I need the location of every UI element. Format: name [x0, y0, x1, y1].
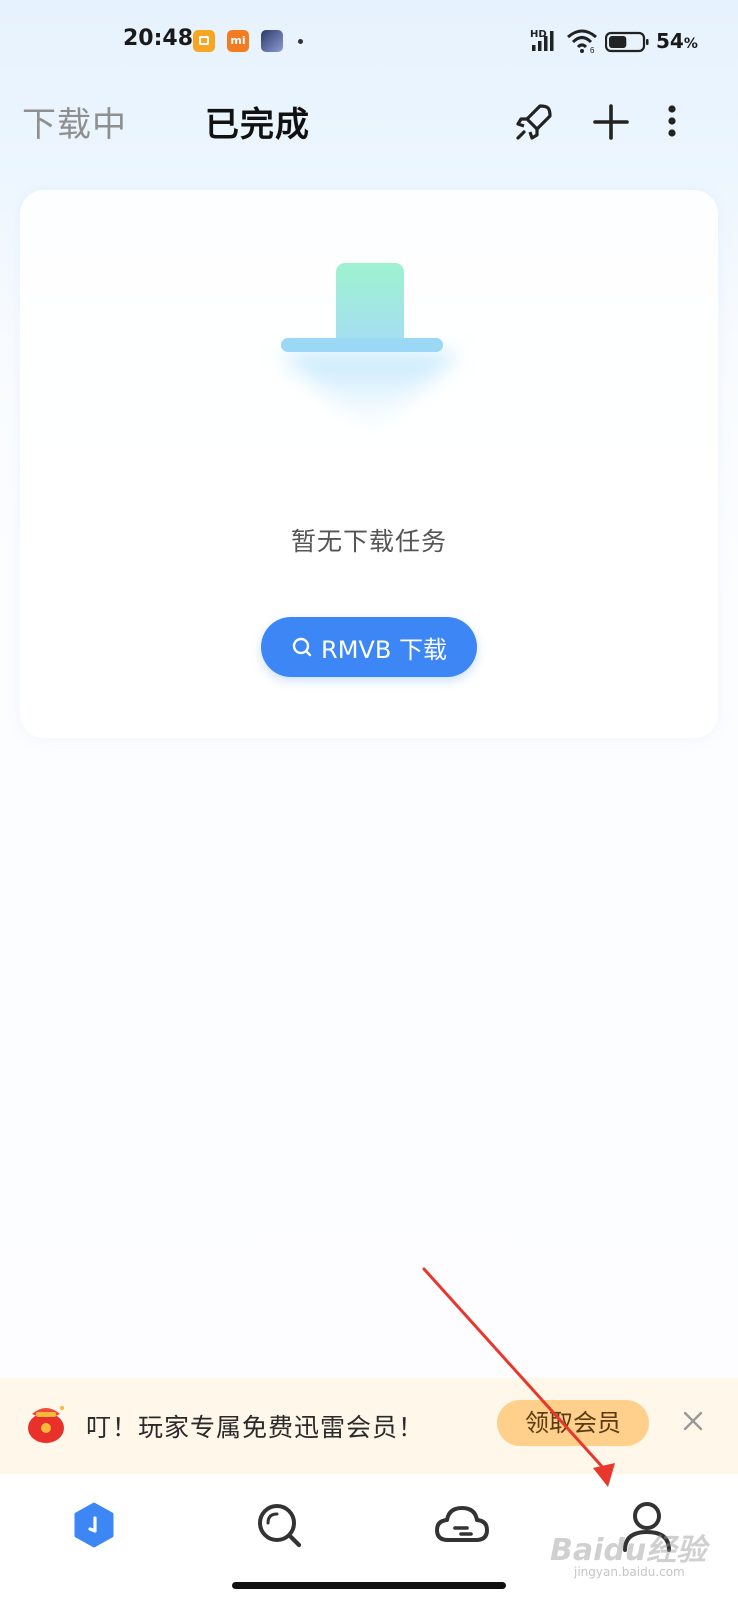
download-icon — [74, 1502, 114, 1548]
more-icon — [668, 105, 676, 137]
game-icon — [261, 30, 283, 52]
status-time: 20:48 — [123, 26, 194, 51]
empty-state-text: 暂无下载任务 — [290, 527, 447, 556]
mi-icon: mi — [227, 30, 249, 52]
wifi-generation-label: 6 — [590, 46, 595, 54]
red-envelope-icon — [28, 1406, 64, 1443]
search-icon — [292, 637, 312, 657]
nav-discover[interactable] — [250, 1496, 310, 1556]
more-notifications-dot — [298, 39, 303, 44]
download-illustration — [280, 263, 460, 435]
plus-icon — [593, 104, 629, 140]
note-icon — [193, 30, 215, 52]
battery-unit: % — [683, 36, 698, 52]
rocket-button[interactable] — [510, 98, 558, 146]
baidu-watermark-url: jingyan.baidu.com — [574, 1565, 685, 1579]
battery-icon — [605, 31, 649, 53]
battery-text: 54% — [656, 29, 698, 53]
tab-completed[interactable]: 已完成 — [205, 97, 310, 146]
annotation-arrow — [422, 1267, 615, 1487]
battery-percent: 54 — [656, 29, 684, 53]
home-indicator[interactable] — [232, 1582, 506, 1589]
baidu-watermark: Baidu经验 — [550, 1533, 707, 1568]
signal-icon — [532, 31, 554, 51]
add-task-button[interactable] — [587, 98, 635, 146]
tab-downloading[interactable]: 下载中 — [22, 97, 127, 146]
more-button[interactable] — [660, 98, 708, 146]
nav-cloud[interactable] — [432, 1496, 492, 1556]
rocket-icon — [516, 104, 552, 140]
wifi-icon: 6 — [567, 29, 597, 54]
nav-downloads[interactable] — [64, 1496, 124, 1556]
rmvb-search-button[interactable]: RMVB 下载 — [261, 617, 477, 677]
rmvb-search-label: RMVB 下载 — [321, 635, 447, 664]
status-bar: 20:48 mi HD 6 54% — [0, 0, 738, 86]
promo-text: 叮！玩家专属免费迅雷会员！ — [86, 1413, 425, 1442]
discover-icon — [258, 1504, 302, 1548]
close-icon[interactable] — [680, 1408, 706, 1434]
cloud-icon — [435, 1506, 489, 1542]
